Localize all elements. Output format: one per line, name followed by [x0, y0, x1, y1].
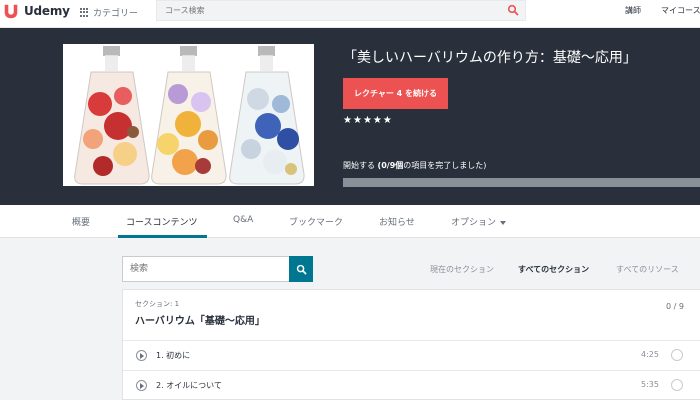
- section-number: セクション: 1: [135, 300, 180, 308]
- tab-options[interactable]: オプション: [451, 215, 507, 228]
- tab-bookmarks[interactable]: ブックマーク: [289, 215, 343, 228]
- search-icon: [296, 264, 306, 274]
- course-tabs: 概要 コースコンテンツ Q&A ブックマーク お知らせ オプション: [0, 205, 700, 238]
- lecture-title: 2. オイルについて: [156, 381, 222, 390]
- lecture-duration: 5:35: [641, 380, 659, 389]
- tab-qa[interactable]: Q&A: [233, 215, 253, 225]
- instructor-link[interactable]: 講師: [625, 5, 641, 16]
- course-search-input[interactable]: [157, 1, 497, 20]
- grid-icon: [80, 8, 89, 17]
- progress-detail: (0/9個: [377, 161, 404, 170]
- course-title: 「美しいハーバリウムの作り方：基礎〜応用」: [343, 50, 637, 66]
- lecture-row[interactable]: 1. 初めに 4:25: [123, 340, 700, 370]
- progress-prefix: 開始する: [343, 161, 378, 170]
- play-icon: [136, 350, 147, 361]
- filter-current-section[interactable]: 現在のセクション: [430, 264, 494, 275]
- section-card: セクション: 1 ハーバリウム「基礎〜応用」 0 / 9 1. 初めに 4:25…: [122, 289, 700, 400]
- section-progress-count: 0 / 9: [666, 302, 684, 311]
- tab-announcements[interactable]: お知らせ: [379, 215, 415, 228]
- udemy-logo[interactable]: Udemy: [2, 2, 70, 20]
- course-thumbnail: [63, 44, 314, 186]
- chevron-down-icon: [500, 220, 507, 225]
- category-label: カテゴリー: [93, 9, 139, 19]
- filter-all-sections[interactable]: すべてのセクション: [518, 264, 589, 275]
- star-icon[interactable]: ★: [363, 116, 372, 126]
- star-icon[interactable]: ★: [353, 116, 362, 126]
- continue-lecture-button[interactable]: レクチャー 4 を続ける: [343, 78, 448, 109]
- rating-stars[interactable]: ★ ★ ★ ★ ★: [343, 116, 392, 126]
- progress-suffix: の項目を完了しました): [403, 161, 487, 170]
- udemy-logo-icon: [4, 4, 18, 19]
- brand-name: Udemy: [24, 4, 70, 18]
- course-search-box: [156, 0, 526, 21]
- completion-checkbox[interactable]: [671, 379, 683, 391]
- progress-bar: [343, 178, 700, 187]
- content-search-box: [122, 256, 313, 282]
- lecture-title: 1. 初めに: [156, 351, 191, 360]
- section-title[interactable]: ハーバリウム「基礎〜応用」: [135, 312, 265, 327]
- category-menu[interactable]: カテゴリー: [80, 6, 138, 19]
- lecture-row[interactable]: 2. オイルについて 5:35: [123, 370, 700, 400]
- lecture-duration: 4:25: [641, 350, 659, 359]
- filter-all-resources[interactable]: すべてのリソース: [616, 264, 679, 275]
- search-icon[interactable]: [507, 4, 519, 16]
- active-tab-indicator: [118, 235, 207, 238]
- tab-options-label: オプション: [451, 218, 497, 228]
- star-icon[interactable]: ★: [343, 116, 352, 126]
- course-hero: 「美しいハーバリウムの作り方：基礎〜応用」 レクチャー 4 を続ける ★ ★ ★ ★ ★…: [0, 28, 700, 205]
- progress-label: 開始する (0/9個の項目を完了しました): [343, 160, 486, 171]
- tab-overview[interactable]: 概要: [72, 215, 90, 228]
- star-icon[interactable]: ★: [373, 116, 382, 126]
- play-icon: [136, 380, 147, 391]
- top-navigation-bar: Udemy カテゴリー 講師 マイコース: [0, 0, 700, 28]
- content-search-button[interactable]: [289, 256, 313, 282]
- completion-checkbox[interactable]: [671, 349, 683, 361]
- star-icon[interactable]: ★: [383, 116, 392, 126]
- tab-course-content[interactable]: コースコンテンツ: [126, 215, 198, 228]
- my-courses-link[interactable]: マイコース: [661, 5, 700, 16]
- content-search-input[interactable]: [123, 257, 288, 281]
